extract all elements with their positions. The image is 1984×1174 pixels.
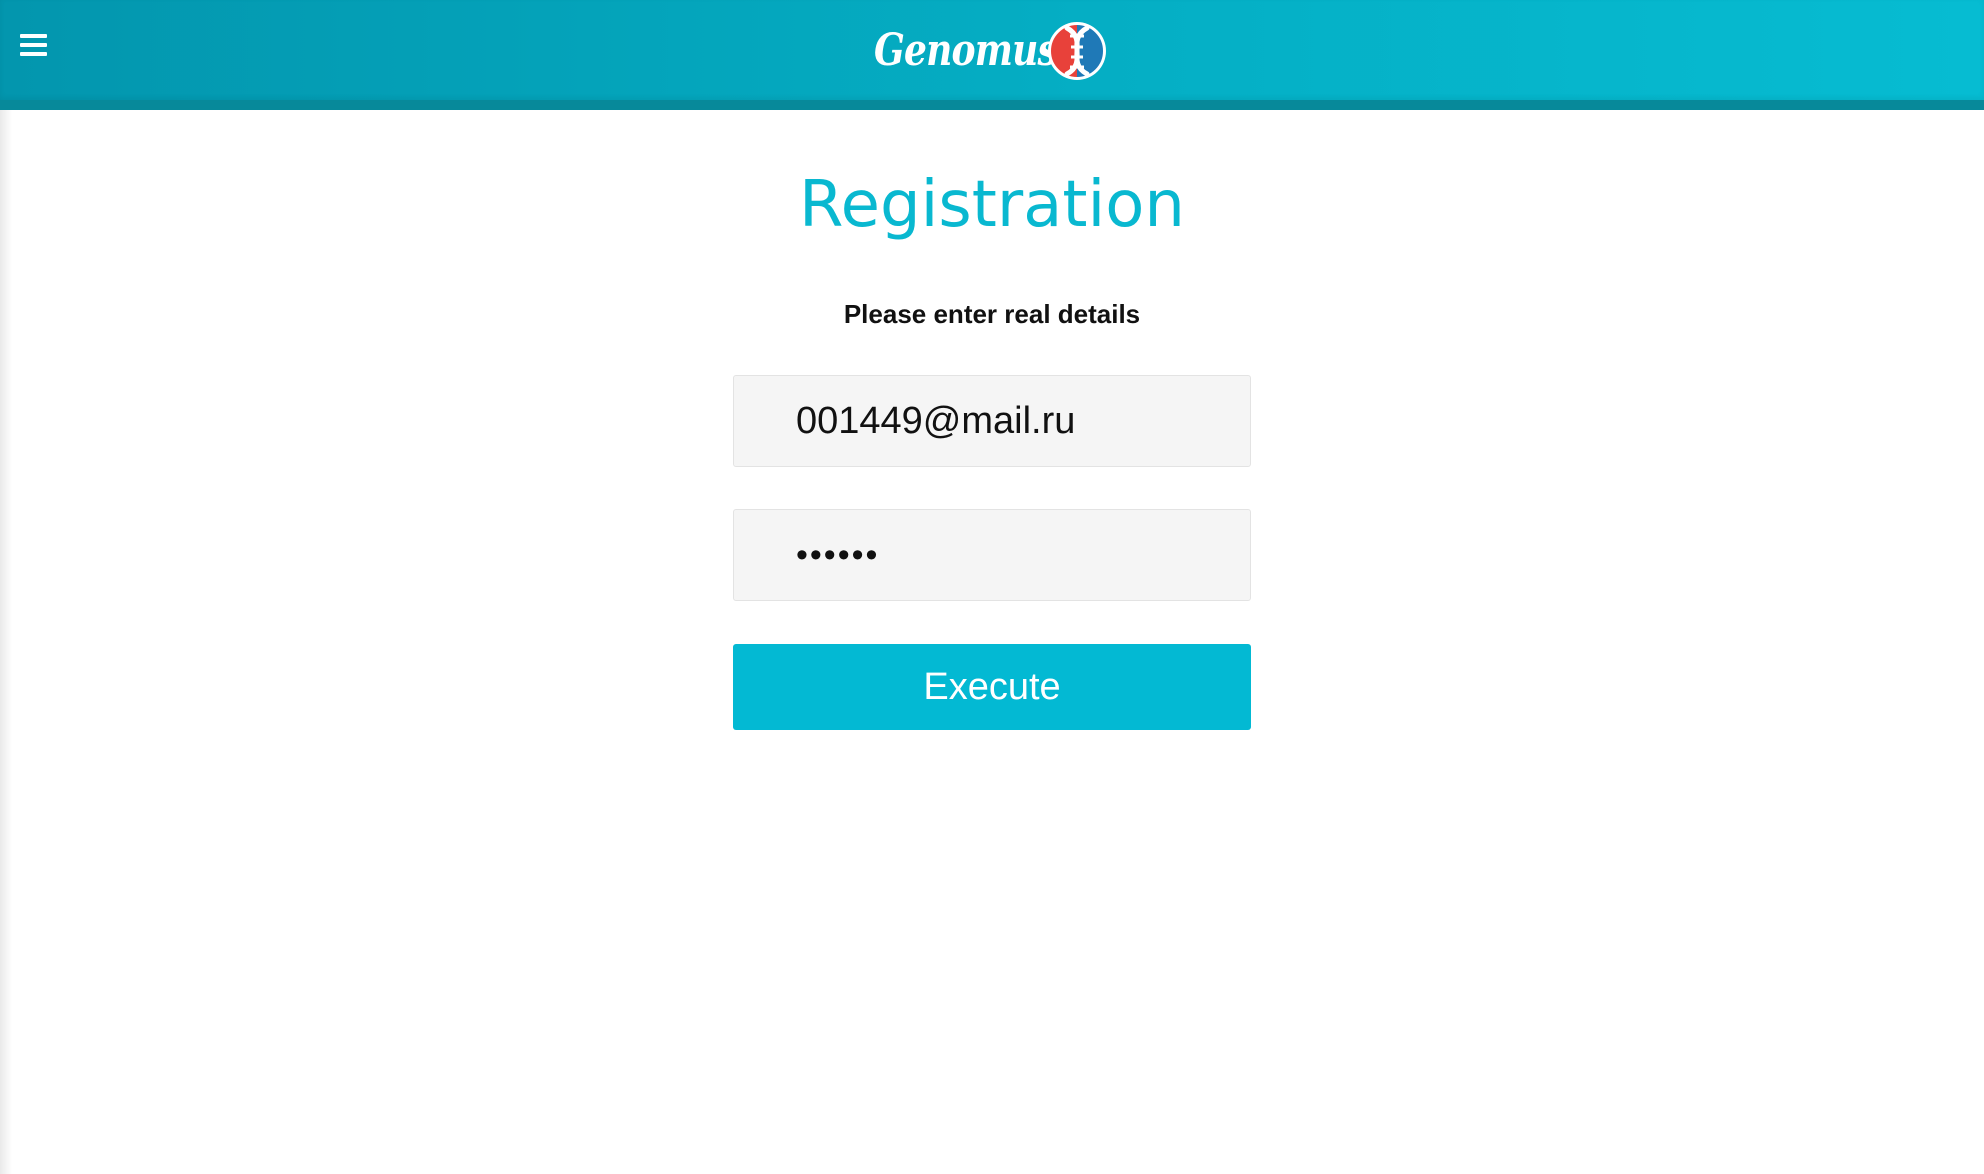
page-title: Registration bbox=[799, 168, 1185, 242]
dna-icon bbox=[1048, 22, 1106, 80]
hamburger-menu-icon[interactable] bbox=[18, 31, 50, 59]
brand-name: Genomus bbox=[874, 25, 1058, 76]
menu-bar-top bbox=[20, 34, 47, 38]
registration-page: Genomus Registration Please enter real d… bbox=[0, 0, 1984, 1174]
menu-bar-middle bbox=[20, 43, 47, 47]
email-field[interactable] bbox=[733, 375, 1251, 467]
top-header: Genomus bbox=[0, 0, 1984, 100]
left-edge-shadow bbox=[0, 110, 12, 1174]
execute-button[interactable]: Execute bbox=[733, 644, 1251, 730]
brand-logo[interactable]: Genomus bbox=[874, 16, 1106, 86]
password-field[interactable] bbox=[733, 509, 1251, 601]
header-bottom-border bbox=[0, 100, 1984, 110]
menu-bar-bottom bbox=[20, 52, 47, 56]
instruction-text: Please enter real details bbox=[843, 299, 1141, 329]
